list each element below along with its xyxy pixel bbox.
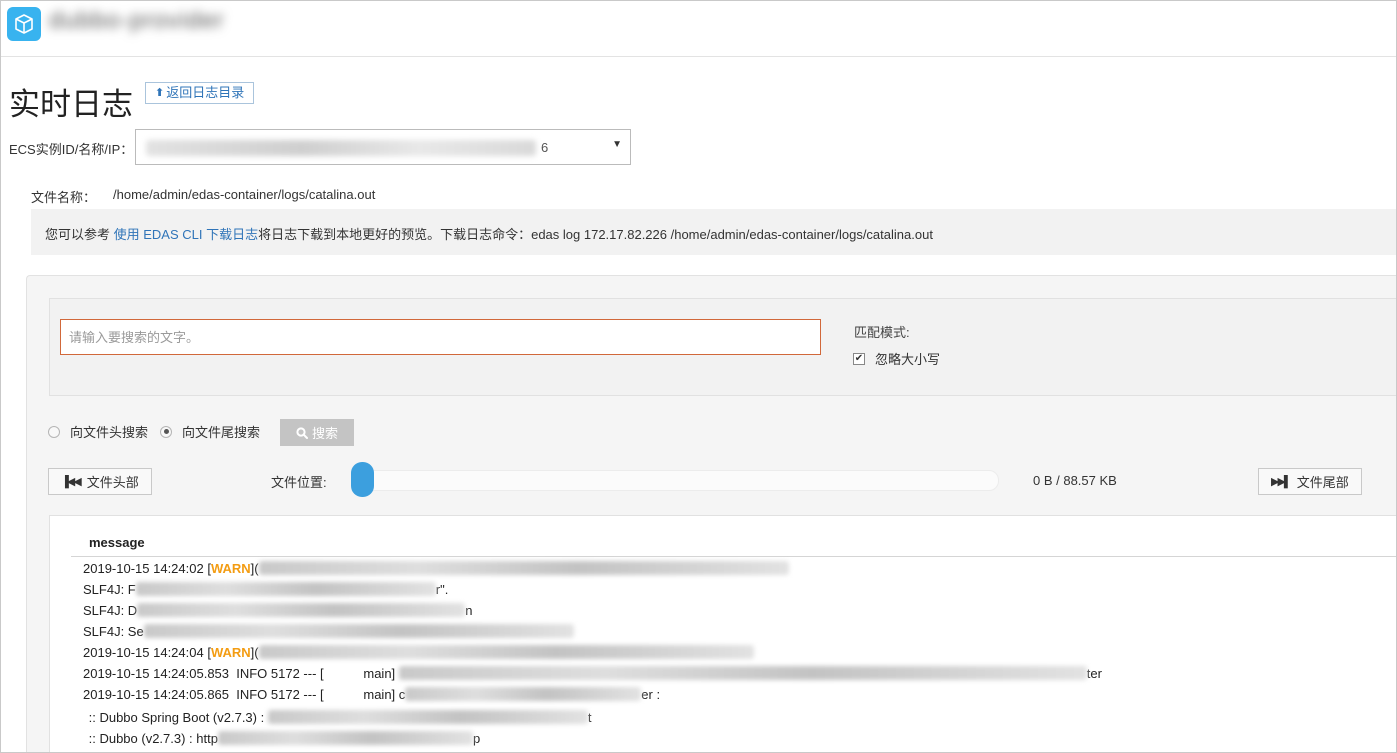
redacted-text bbox=[217, 731, 473, 745]
redacted-text bbox=[398, 666, 1087, 680]
arrow-up-icon: ⬆ bbox=[155, 87, 165, 99]
redacted-text bbox=[143, 624, 574, 638]
back-to-log-list-button[interactable]: ⬆ 返回日志目录 bbox=[145, 82, 255, 104]
file-path: /home/admin/edas-container/logs/catalina… bbox=[113, 187, 376, 202]
log-line: 2019-10-15 14:24:02 [WARN ]( bbox=[83, 558, 789, 578]
file-tail-label: 文件尾部 bbox=[1296, 475, 1349, 490]
log-line: 2019-10-15 14:24:05.865 INFO 5172 --- [ … bbox=[83, 686, 661, 702]
cube-icon bbox=[7, 7, 41, 41]
file-tail-button[interactable]: ▶▶▌ 文件尾部 bbox=[1258, 468, 1362, 495]
ecs-selected-tail: 6 bbox=[541, 140, 549, 155]
log-line: SLF4J: Fr". bbox=[83, 581, 449, 597]
notice-suffix: 将日志下载到本地更好的预览。下载日志命令：edas log 172.17.82.… bbox=[258, 227, 933, 242]
skip-forward-icon: ▶▶▌ bbox=[1271, 476, 1292, 488]
radio-search-tail[interactable]: 向文件尾搜索 bbox=[160, 422, 260, 441]
search-input[interactable] bbox=[60, 319, 821, 355]
log-line: SLF4J: Se bbox=[83, 621, 574, 641]
log-line: :: Dubbo Spring Boot (v2.7.3) : t bbox=[85, 709, 592, 725]
top-bar: dubbo-provider bbox=[1, 1, 1396, 57]
log-line: 2019-10-15 14:24:04 [WARN ]( bbox=[83, 642, 754, 662]
redacted-text bbox=[405, 687, 642, 701]
download-notice: 您可以参考 使用 EDAS CLI 下载日志将日志下载到本地更好的预览。下载日志… bbox=[31, 209, 1396, 255]
file-position-label: 文件位置: bbox=[271, 475, 327, 490]
app-title: dubbo-provider bbox=[49, 7, 225, 34]
redacted-text bbox=[258, 645, 754, 659]
window: dubbo-provider 实时日志 ⬆ 返回日志目录 ECS实例ID/名称/… bbox=[0, 0, 1397, 753]
redacted-text bbox=[258, 561, 789, 575]
file-size-readout: 0 B / 88.57 KB bbox=[1033, 473, 1117, 488]
search-direction: 向文件头搜索 向文件尾搜索 bbox=[48, 422, 272, 441]
log-line: 2019-10-15 14:24:05.853 INFO 5172 --- [ … bbox=[83, 665, 1102, 681]
search-button-label: 搜索 bbox=[311, 426, 338, 441]
search-icon bbox=[296, 426, 308, 439]
file-head-label: 文件头部 bbox=[86, 475, 139, 490]
redacted-text bbox=[135, 582, 436, 596]
file-position-slider[interactable] bbox=[353, 470, 999, 491]
search-button[interactable]: 搜索 bbox=[280, 419, 354, 446]
back-button-label: 返回日志目录 bbox=[166, 85, 245, 100]
radio-tail-label: 向文件尾搜索 bbox=[182, 425, 261, 440]
ecs-instance-select[interactable]: 6 ▼ bbox=[135, 129, 631, 165]
radio-tail-button[interactable] bbox=[160, 425, 173, 438]
log-line: :: Dubbo (v2.7.3) : http p bbox=[85, 730, 481, 746]
radio-search-head[interactable]: 向文件头搜索 bbox=[48, 422, 148, 441]
chevron-down-icon: ▼ bbox=[612, 139, 622, 150]
ignore-case-label: 忽略大小写 bbox=[875, 352, 941, 367]
page-title: 实时日志 bbox=[9, 87, 133, 122]
notice-prefix: 您可以参考 bbox=[45, 227, 114, 242]
radio-head-button[interactable] bbox=[48, 425, 60, 438]
skip-back-icon: ▐◀◀ bbox=[61, 476, 82, 488]
redacted-text bbox=[137, 603, 466, 617]
slider-handle[interactable] bbox=[351, 462, 374, 497]
ignore-case-checkbox[interactable]: ✔ bbox=[853, 352, 865, 365]
ignore-case-option[interactable]: ✔ 忽略大小写 bbox=[853, 349, 940, 368]
log-line: SLF4J: Dn bbox=[83, 602, 473, 618]
message-column-header: message bbox=[89, 535, 145, 550]
radio-head-label: 向文件头搜索 bbox=[70, 425, 149, 440]
log-table-header: message bbox=[71, 533, 1396, 557]
match-mode-label: 匹配模式: bbox=[854, 325, 910, 340]
redacted-instance-text bbox=[146, 140, 536, 156]
file-head-button[interactable]: ▐◀◀ 文件头部 bbox=[48, 468, 152, 495]
file-name-label: 文件名称： bbox=[31, 190, 97, 205]
edas-cli-link[interactable]: 使用 EDAS CLI 下载日志 bbox=[114, 227, 258, 242]
redacted-text bbox=[267, 710, 588, 724]
ecs-instance-label: ECS实例ID/名称/IP： bbox=[9, 142, 134, 157]
